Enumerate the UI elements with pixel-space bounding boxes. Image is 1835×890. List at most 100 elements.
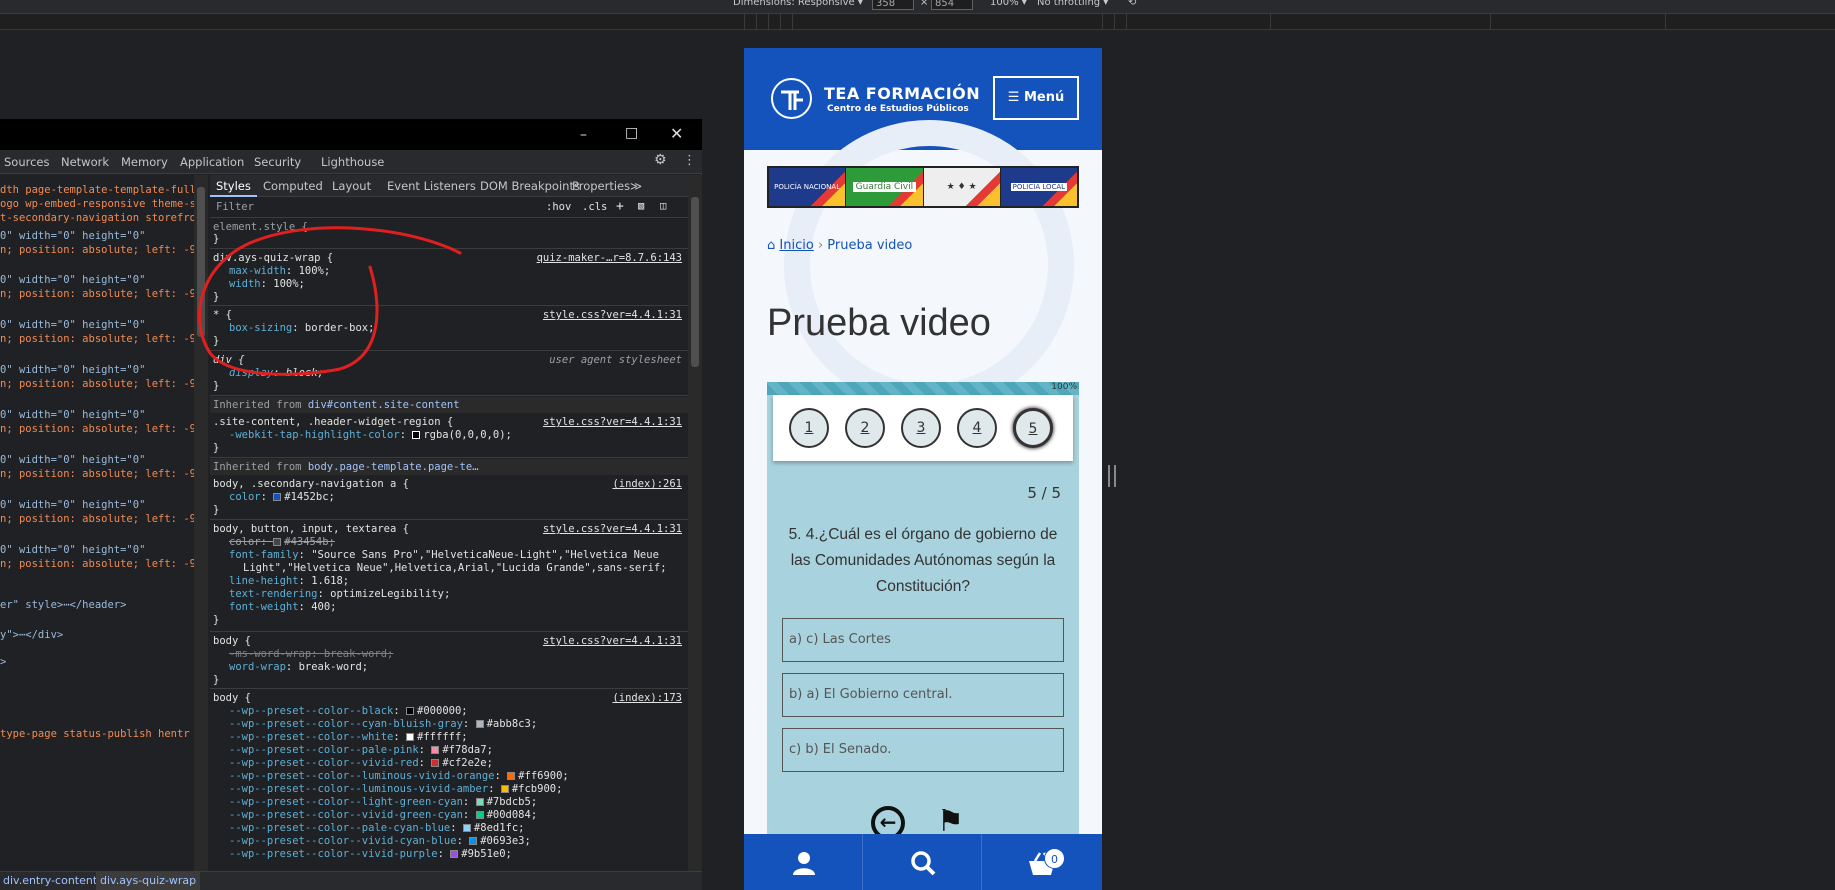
dom-node-line[interactable]: ogo wp-embed-responsive theme-st [0,198,194,210]
devtools-titlebar: – □ ✕ [0,119,702,150]
dom-node-line[interactable]: n; position: absolute; left: -99 [0,333,194,345]
question-nav-4[interactable]: 4 [957,408,997,448]
maximize-icon[interactable]: □ [625,125,638,141]
brand-name[interactable]: TEA FORMACIÓN [824,84,980,103]
page-title: Prueba video [767,302,991,344]
user-icon [793,852,815,875]
dom-node-line[interactable]: 0" width="0" height="0" [0,364,145,376]
rotate-icon[interactable]: ⟲ [1128,0,1136,8]
width-input[interactable]: 358 [872,0,914,10]
tab-event-listeners[interactable]: Event Listeners [387,179,476,193]
question-nav-1[interactable]: 1 [789,408,829,448]
dom-node-line[interactable]: 0" width="0" height="0" [0,319,145,331]
dom-node-line[interactable]: dth page-template-template-fullw [0,184,194,196]
cls-toggle[interactable]: .cls [582,201,607,213]
tea-logo-icon[interactable] [771,78,812,119]
preset-declaration: --wp--preset--color--white: #ffffff; [229,731,468,743]
filter-input[interactable]: Filter [216,201,254,213]
minimize-icon[interactable]: – [580,127,587,143]
dom-node-line[interactable]: type-page status-publish hentr [0,728,190,740]
dom-node-line[interactable]: n; position: absolute; left: -99 [0,423,194,435]
dom-node-line[interactable]: 0" width="0" height="0" [0,274,145,286]
sidebar-toggle-icon[interactable]: ◫ [660,200,666,212]
dom-node-line[interactable]: 0" width="0" height="0" [0,409,145,421]
crumb-entry-content[interactable]: div.entry-content [3,874,97,887]
new-rule-icon[interactable]: + [616,199,624,214]
rule-source-link[interactable]: style.css?ver=4.4.1:31 [543,635,682,647]
rule-source-link[interactable]: style.css?ver=4.4.1:31 [543,416,682,428]
tab-sources[interactable]: Sources [4,155,50,169]
dom-node-line[interactable]: > [0,656,6,668]
rule-body-wordwrap: body { style.css?ver=4.4.1:31 -ms-word-w… [210,633,688,689]
preset-declaration: --wp--preset--color--vivid-red: #cf2e2e; [229,757,493,769]
dom-node-line[interactable]: t-secondary-navigation storefron [0,212,194,224]
tab-network[interactable]: Network [61,155,109,169]
dom-node-line[interactable]: y">⋯</div> [0,629,63,641]
preset-declaration: --wp--preset--color--luminous-vivid-oran… [229,770,569,782]
account-button[interactable] [744,834,863,890]
menu-button[interactable]: ☰ Menú [993,76,1079,120]
tab-lighthouse[interactable]: Lighthouse [321,155,384,169]
search-button[interactable] [863,834,982,890]
preset-declaration: --wp--preset--color--light-green-cyan: #… [229,796,538,808]
banner-policia-nacional[interactable]: POLICÍA NACIONAL [769,168,847,206]
dom-node-line[interactable]: n; position: absolute; left: -99 [0,244,194,256]
dom-node-line[interactable]: 0" width="0" height="0" [0,454,145,466]
paint-icon[interactable]: ▧ [638,200,644,212]
question-counter: 5 / 5 [1027,484,1061,502]
tab-memory[interactable]: Memory [121,155,168,169]
dom-node-line[interactable]: n; position: absolute; left: -99 [0,513,194,525]
rule-source-link[interactable]: (index):173 [612,692,682,704]
media-query-ruler [0,14,1835,30]
more-tabs-icon[interactable]: ≫ [630,179,642,193]
height-input[interactable]: 854 [931,0,973,10]
tab-styles[interactable]: Styles [210,175,257,197]
dom-node-line[interactable]: n; position: absolute; left: -99 [0,558,194,570]
answer-option-b[interactable]: b) a) El Gobierno central. [782,673,1064,717]
viewport-resize-handle[interactable] [1108,465,1116,487]
rule-source-link[interactable]: quiz-maker-…r=8.7.6:143 [537,252,682,264]
tab-layout[interactable]: Layout [332,179,371,193]
answer-option-a[interactable]: a) c) Las Cortes [782,618,1064,662]
rule-source-link[interactable]: style.css?ver=4.4.1:31 [543,309,682,321]
breadcrumb-home[interactable]: Inicio [779,238,813,253]
tab-application[interactable]: Application [180,155,244,169]
tab-properties[interactable]: Properties [572,179,630,193]
dom-node-line[interactable]: n; position: absolute; left: -99 [0,468,194,480]
question-nav-5[interactable]: 5 [1013,408,1053,448]
tab-computed[interactable]: Computed [263,179,323,193]
banner-guardia-civil[interactable]: Guardia Civil [846,168,924,206]
hov-toggle[interactable]: :hov [546,201,571,213]
more-vert-icon[interactable]: ⋮ [683,153,696,168]
throttling-dropdown[interactable]: No throttling ▾ [1037,0,1108,8]
dom-node-line[interactable]: 0" width="0" height="0" [0,230,145,242]
dom-node-line[interactable]: n; position: absolute; left: -99 [0,378,194,390]
preset-declaration: --wp--preset--color--vivid-cyan-blue: #0… [229,835,531,847]
cart-button[interactable] [982,834,1101,890]
crumb-ays-quiz-wrap[interactable]: div.ays-quiz-wrap [96,872,201,890]
close-icon[interactable]: ✕ [670,124,683,143]
elements-tree: dth page-template-template-fullw ogo wp-e… [0,175,194,871]
dimensions-dropdown[interactable]: Dimensions: Responsive ▾ [733,0,863,8]
rule-source-link[interactable]: style.css?ver=4.4.1:31 [543,523,682,535]
zoom-dropdown[interactable]: 100% ▾ [990,0,1027,8]
answer-option-c[interactable]: c) b) El Senado. [782,728,1064,772]
question-nav-2[interactable]: 2 [845,408,885,448]
tab-dom-breakpoints[interactable]: DOM Breakpoints [480,179,580,193]
banner-shields[interactable]: ★ ♦ ★ [923,168,1001,206]
dom-node-line[interactable]: n; position: absolute; left: -99 [0,288,194,300]
styles-subtabs: Styles Computed Layout Event Listeners D… [210,175,688,197]
dom-node-line[interactable]: 0" width="0" height="0" [0,544,145,556]
rule-source-link[interactable]: (index):261 [612,478,682,490]
dom-node-line[interactable]: er" style>⋯</header> [0,599,126,611]
progress-label: 100% [1051,382,1077,392]
dom-node-line[interactable]: 0" width="0" height="0" [0,499,145,511]
banner-policia-local[interactable]: POLICÍA LOCAL [1000,168,1077,206]
gear-icon[interactable]: ⚙ [654,152,667,168]
home-icon[interactable]: ⌂ [767,238,775,253]
styles-scrollbar[interactable] [688,175,702,890]
site-body: POLICÍA NACIONAL Guardia Civil ★ ♦ ★ POL… [744,120,1102,890]
preset-declaration: --wp--preset--color--pale-cyan-blue: #8e… [229,822,525,834]
tab-security[interactable]: Security [254,155,301,169]
question-nav-3[interactable]: 3 [901,408,941,448]
